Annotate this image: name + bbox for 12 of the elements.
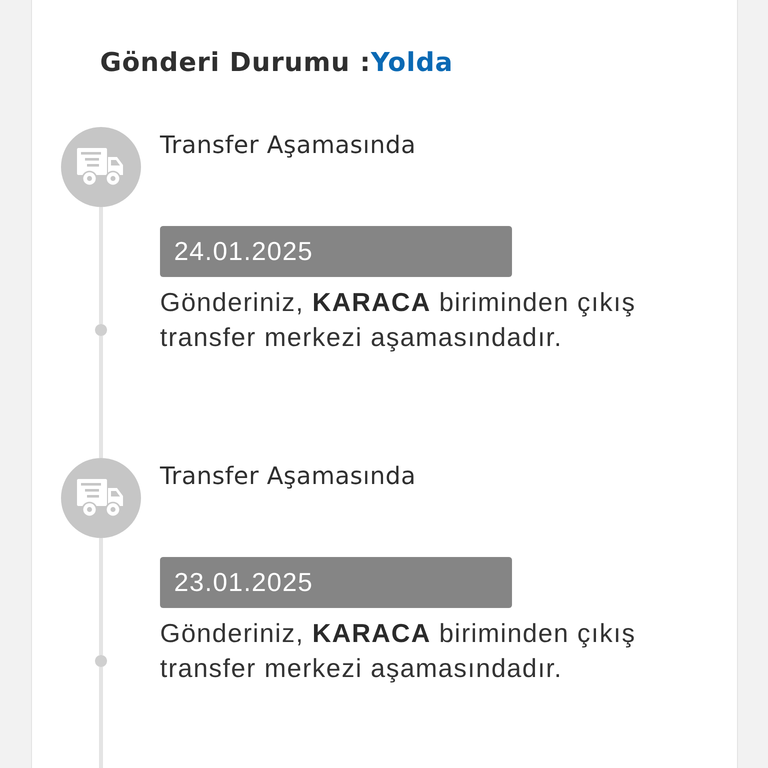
status-value: Yolda	[370, 48, 454, 78]
event-date: 23.01.2025	[160, 557, 512, 608]
truck-icon	[61, 458, 141, 538]
status-label: Gönderi Durumu :	[100, 48, 371, 78]
event-description: Gönderiniz, KARACA biriminden çıkış transfer merkezi aşamasındadır.	[160, 617, 637, 685]
event-title: Transfer Aşamasında	[160, 130, 417, 160]
event-title: Transfer Aşamasında	[160, 461, 417, 491]
event-description: Gönderiniz, KARACA biriminden çıkış transfer merkezi aşamasındadır.	[160, 286, 637, 354]
timeline-dot-icon	[95, 655, 107, 667]
event-date: 24.01.2025	[160, 226, 512, 277]
truck-icon	[61, 127, 141, 207]
timeline-dot-icon	[95, 324, 107, 336]
